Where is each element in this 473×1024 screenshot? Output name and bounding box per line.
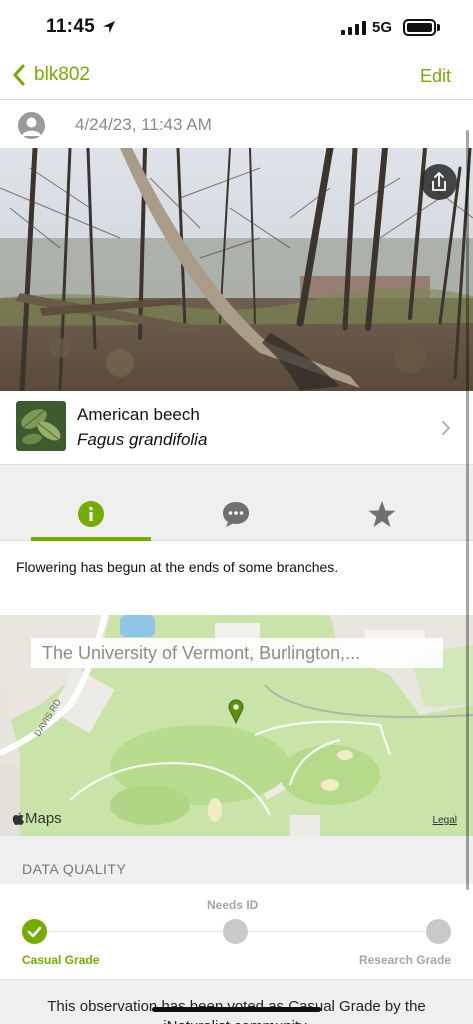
leaf-photo: [16, 401, 66, 451]
share-button[interactable]: [421, 164, 457, 200]
data-quality-footer: This observation has been voted as Casua…: [0, 979, 473, 1024]
location-map[interactable]: DAVIS RD The University of Vermont, Burl…: [0, 615, 473, 836]
observer-row[interactable]: 4/24/23, 11:43 AM: [0, 101, 473, 148]
person-icon: [22, 117, 41, 136]
back-button[interactable]: blk802: [12, 64, 90, 86]
speech-bubble-icon: [223, 502, 249, 527]
data-quality-title: DATA QUALITY: [22, 861, 127, 877]
nav-bar: blk802 Edit: [0, 54, 473, 100]
casual-grade-dot: [22, 919, 47, 944]
chevron-left-icon: [13, 64, 25, 86]
location-arrow-icon: [103, 21, 115, 33]
taxon-row[interactable]: American beech Fagus grandifolia: [0, 391, 473, 465]
chevron-right-icon: [442, 421, 450, 435]
description-text: Flowering has begun at the ends of some …: [16, 559, 339, 575]
taxon-scientific-name: Fagus grandifolia: [77, 430, 208, 449]
tab-favorites[interactable]: [322, 487, 442, 541]
status-bar: 11:45 5G: [0, 0, 473, 54]
avatar[interactable]: [18, 112, 45, 139]
forest-photo: [0, 148, 473, 391]
casual-grade-label: Casual Grade: [22, 953, 100, 967]
observation-description: Flowering has begun at the ends of some …: [0, 541, 473, 615]
tab-activity[interactable]: [176, 487, 296, 541]
status-time: 11:45: [46, 16, 96, 37]
section-spacer: [0, 465, 473, 487]
tab-info[interactable]: [31, 487, 151, 541]
battery-cap: [437, 24, 440, 31]
share-icon: [432, 172, 446, 191]
taxon-thumbnail: [16, 401, 66, 451]
star-icon: [368, 501, 396, 527]
observation-photo[interactable]: [0, 148, 473, 391]
data-quality-panel: Needs ID Casual Grade Research Grade: [0, 884, 473, 979]
checkmark-icon: [27, 926, 42, 938]
info-icon: [78, 501, 104, 527]
research-grade-label: Research Grade: [358, 953, 451, 967]
observation-date: 4/24/23, 11:43 AM: [75, 115, 212, 134]
taxon-common-name: American beech: [77, 405, 200, 424]
signal-bars-icon: [341, 21, 366, 35]
network-label: 5G: [372, 19, 393, 36]
tab-bar: [0, 487, 473, 541]
needs-id-label: Needs ID: [207, 898, 259, 912]
home-indicator[interactable]: [152, 1007, 321, 1012]
battery-icon: [403, 19, 436, 36]
needs-id-dot: [223, 919, 248, 944]
map-pin-icon[interactable]: [228, 699, 244, 724]
apple-logo-icon: [12, 812, 24, 825]
map-place-name: The University of Vermont, Burlington,..…: [31, 638, 443, 668]
maps-brand: Maps: [12, 810, 62, 827]
back-button-label: blk802: [34, 64, 90, 85]
scroll-indicator[interactable]: [466, 130, 469, 890]
maps-brand-label: Maps: [25, 810, 62, 827]
edit-button[interactable]: Edit: [420, 66, 451, 87]
research-grade-dot: [426, 919, 451, 944]
data-quality-header: DATA QUALITY: [0, 836, 473, 884]
map-legal-link[interactable]: Legal: [433, 815, 457, 826]
